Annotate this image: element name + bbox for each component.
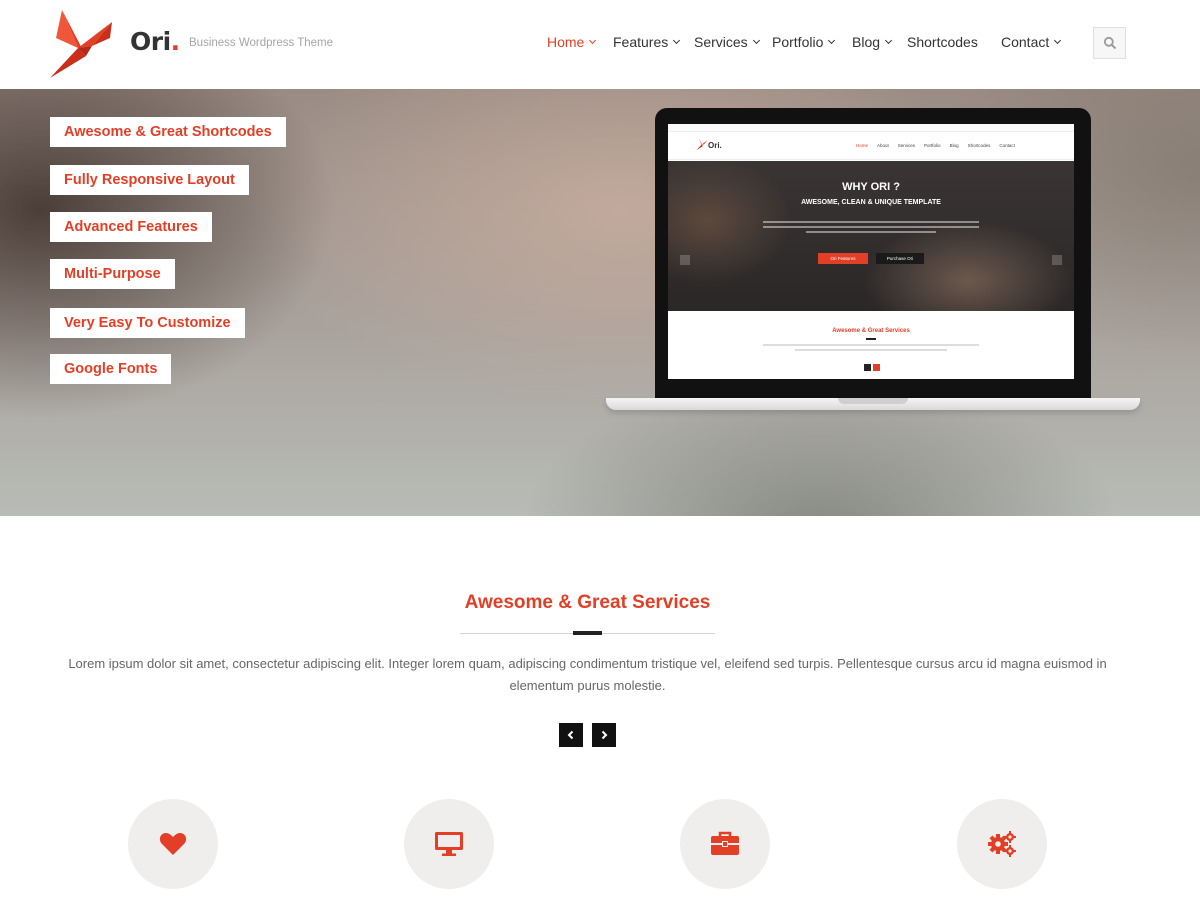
laptop-screen-frame: Ori. Home About Services Portfolio Blog … — [655, 108, 1091, 398]
screen-prev-arrow — [680, 255, 690, 265]
screen-hero: WHY ORI ? AWESOME, CLEAN & UNIQUE TEMPLA… — [668, 161, 1074, 311]
screen-headline: WHY ORI ? — [842, 181, 900, 193]
laptop-screen: Ori. Home About Services Portfolio Blog … — [668, 124, 1074, 379]
nav-label: Shortcodes — [907, 34, 978, 50]
nav-label: Portfolio — [772, 34, 824, 50]
nav-label: Features — [613, 34, 669, 50]
service-circle-briefcase[interactable] — [680, 799, 770, 889]
search-button[interactable] — [1093, 27, 1126, 59]
gears-icon — [988, 831, 1016, 857]
logo-bird-icon — [696, 137, 708, 151]
nav-item-features[interactable]: Features — [613, 34, 681, 50]
screen-nav-item: Blog — [949, 143, 959, 148]
hero-feature-label[interactable]: Google Fonts — [50, 354, 172, 384]
screen-nav-item: Contact — [999, 143, 1015, 148]
screen-nav-item: Services — [897, 143, 916, 148]
heart-icon — [159, 833, 187, 855]
hero-feature-label[interactable]: Multi-Purpose — [50, 259, 175, 289]
screen-services-title: Awesome & Great Services — [832, 328, 910, 334]
briefcase-icon — [711, 831, 739, 855]
nav-label: Contact — [1001, 34, 1050, 50]
screen-header: Ori. Home About Services Portfolio Blog … — [668, 132, 1074, 160]
screen-nav-item: Shortcodes — [967, 143, 991, 148]
screen-topbar — [668, 124, 1074, 132]
nav-item-services[interactable]: Services — [694, 34, 760, 50]
site-header: Ori. Business Wordpress Theme Home Featu… — [0, 0, 1200, 89]
nav-label: Blog — [852, 34, 881, 50]
nav-item-portfolio[interactable]: Portfolio — [772, 34, 836, 50]
nav-item-blog[interactable]: Blog — [852, 34, 893, 50]
chevron-left-icon — [567, 730, 574, 740]
screen-services-text — [763, 344, 979, 351]
laptop-mockup: Ori. Home About Services Portfolio Blog … — [606, 108, 1140, 414]
prev-button[interactable] — [559, 723, 583, 747]
screen-logo: Ori. — [708, 141, 722, 150]
screen-subheadline: AWESOME, CLEAN & UNIQUE TEMPLATE — [801, 199, 941, 206]
service-circle-gears[interactable] — [957, 799, 1047, 889]
nav-item-shortcodes[interactable]: Shortcodes — [907, 34, 978, 50]
search-icon — [1103, 36, 1116, 50]
services-description: Lorem ipsum dolor sit amet, consectetur … — [68, 656, 1107, 693]
hero-feature-label[interactable]: Advanced Features — [50, 212, 212, 242]
screen-divider — [866, 338, 876, 340]
logo-name: Ori — [130, 27, 171, 56]
laptop-notch — [838, 398, 908, 404]
screen-nav-item: Home — [856, 143, 869, 148]
service-circle-heart[interactable] — [128, 799, 218, 889]
hero-feature-label[interactable]: Very Easy To Customize — [50, 308, 245, 338]
hero-banner: Awesome & Great Shortcodes Fully Respons… — [0, 89, 1200, 516]
services-title: Awesome & Great Services — [464, 592, 711, 613]
screen-nav-item: Portfolio — [924, 143, 941, 148]
chevron-down-icon — [589, 36, 597, 45]
nav-label: Home — [547, 34, 585, 50]
title-divider-accent — [573, 631, 602, 635]
logo-dot: . — [170, 27, 181, 56]
screen-nav: Home About Services Portfolio Blog Short… — [856, 143, 1015, 148]
chevron-down-icon — [1054, 36, 1062, 45]
hero-feature-label[interactable]: Awesome & Great Shortcodes — [50, 117, 286, 147]
desktop-icon — [435, 832, 463, 856]
logo-bird-icon[interactable] — [48, 8, 114, 80]
next-button[interactable] — [592, 723, 616, 747]
screen-nav-item: About — [877, 143, 889, 148]
screen-paragraph — [763, 221, 979, 233]
screen-next-arrow — [1052, 255, 1062, 265]
chevron-right-icon — [601, 730, 608, 740]
site-tagline: Business Wordpress Theme — [189, 37, 334, 49]
chevron-down-icon — [752, 36, 760, 45]
nav-label: Services — [694, 34, 748, 50]
chevron-down-icon — [884, 36, 893, 45]
screen-primary-button: Ori Features — [818, 253, 868, 264]
nav-item-home[interactable]: Home — [547, 34, 597, 50]
chevron-down-icon — [828, 36, 836, 45]
chevron-down-icon — [673, 36, 681, 45]
logo-text[interactable]: Ori. — [130, 27, 180, 56]
hero-feature-label[interactable]: Fully Responsive Layout — [50, 165, 249, 195]
screen-pager — [864, 364, 880, 371]
nav-item-contact[interactable]: Contact — [1001, 34, 1062, 50]
screen-secondary-button: Purchase Ori — [876, 253, 924, 264]
service-circle-desktop[interactable] — [404, 799, 494, 889]
